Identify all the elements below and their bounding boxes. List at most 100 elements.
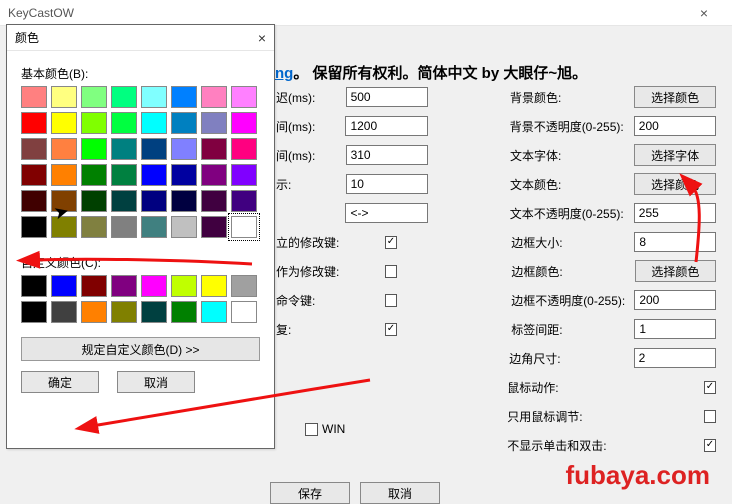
- color-swatch[interactable]: [21, 138, 47, 160]
- color-swatch[interactable]: [111, 190, 137, 212]
- color-swatch[interactable]: [81, 112, 107, 134]
- color-swatch[interactable]: [141, 216, 167, 238]
- page-header: ng。 保留所有权利。简体中文 by 大眼仔~旭。: [275, 62, 587, 83]
- row-left-input[interactable]: <->: [345, 203, 427, 223]
- color-swatch[interactable]: [51, 138, 77, 160]
- color-swatch[interactable]: [141, 164, 167, 186]
- color-swatch[interactable]: [21, 275, 47, 297]
- color-swatch[interactable]: [201, 138, 227, 160]
- row-right-input[interactable]: 200: [634, 116, 716, 136]
- color-swatch[interactable]: [201, 112, 227, 134]
- color-swatch[interactable]: [231, 275, 257, 297]
- row-right-input[interactable]: 1: [634, 319, 716, 339]
- color-swatch[interactable]: [51, 112, 77, 134]
- color-swatch[interactable]: [141, 301, 167, 323]
- color-swatch[interactable]: [201, 301, 227, 323]
- color-swatch[interactable]: [171, 138, 197, 160]
- color-swatch[interactable]: [21, 216, 47, 238]
- color-swatch[interactable]: [231, 138, 257, 160]
- row-left-checkbox[interactable]: [385, 294, 397, 307]
- color-swatch[interactable]: [111, 164, 137, 186]
- color-swatch[interactable]: [171, 86, 197, 108]
- color-swatch[interactable]: [21, 301, 47, 323]
- color-swatch[interactable]: [81, 86, 107, 108]
- color-swatch[interactable]: [171, 301, 197, 323]
- color-swatch[interactable]: [21, 86, 47, 108]
- row-right-input[interactable]: 200: [634, 290, 716, 310]
- color-swatch[interactable]: [201, 190, 227, 212]
- close-icon[interactable]: ×: [258, 30, 266, 46]
- color-swatch[interactable]: [231, 112, 257, 134]
- color-swatch[interactable]: [111, 138, 137, 160]
- parent-window-titlebar: KeyCastOW ×: [0, 0, 732, 26]
- color-swatch[interactable]: [111, 86, 137, 108]
- color-swatch[interactable]: [171, 164, 197, 186]
- color-swatch[interactable]: [171, 216, 197, 238]
- color-swatch[interactable]: [231, 164, 257, 186]
- color-swatch[interactable]: [111, 301, 137, 323]
- row-right-checkbox[interactable]: [704, 439, 716, 452]
- color-swatch[interactable]: [141, 86, 167, 108]
- color-swatch[interactable]: [81, 301, 107, 323]
- row-right-checkbox[interactable]: [704, 410, 716, 423]
- row-left-label: 作为修改键:: [276, 263, 345, 280]
- color-swatch[interactable]: [111, 275, 137, 297]
- color-swatch[interactable]: [231, 301, 257, 323]
- settings-row: 复:标签间距:1: [276, 318, 716, 340]
- row-right-input[interactable]: 2: [634, 348, 716, 368]
- color-swatch[interactable]: [81, 164, 107, 186]
- color-swatch[interactable]: [201, 216, 227, 238]
- color-swatch[interactable]: [81, 216, 107, 238]
- color-swatch[interactable]: [231, 190, 257, 212]
- color-swatch[interactable]: [171, 112, 197, 134]
- color-swatch[interactable]: [111, 112, 137, 134]
- define-custom-button[interactable]: 规定自定义颜色(D) >>: [21, 337, 260, 361]
- color-swatch[interactable]: [201, 275, 227, 297]
- color-swatch[interactable]: [231, 216, 257, 238]
- color-swatch[interactable]: [81, 190, 107, 212]
- row-right-label: 边框不透明度(0-255):: [511, 292, 634, 309]
- row-left-checkbox[interactable]: [385, 323, 397, 336]
- row-right-button[interactable]: 选择字体: [634, 144, 716, 166]
- color-swatch[interactable]: [201, 86, 227, 108]
- win-checkbox[interactable]: [305, 423, 318, 436]
- row-left-checkbox[interactable]: [385, 265, 397, 278]
- row-right-button[interactable]: 选择颜色: [634, 173, 716, 195]
- close-icon[interactable]: ×: [684, 5, 724, 21]
- color-swatch[interactable]: [141, 112, 167, 134]
- color-swatch[interactable]: [21, 164, 47, 186]
- settings-row: 不显示单击和双击:: [276, 434, 716, 456]
- row-right-button[interactable]: 选择颜色: [635, 260, 716, 282]
- color-swatch[interactable]: [51, 301, 77, 323]
- color-swatch[interactable]: [81, 275, 107, 297]
- color-swatch[interactable]: [51, 164, 77, 186]
- color-swatch[interactable]: [81, 138, 107, 160]
- row-right-input[interactable]: 255: [634, 203, 716, 223]
- color-swatch[interactable]: [141, 138, 167, 160]
- color-swatch[interactable]: [171, 275, 197, 297]
- color-swatch[interactable]: [21, 112, 47, 134]
- row-left-input[interactable]: 10: [346, 174, 428, 194]
- color-swatch[interactable]: [231, 86, 257, 108]
- row-right-label: 背景不透明度(0-255):: [510, 118, 634, 135]
- header-link-fragment[interactable]: ng: [275, 65, 293, 82]
- row-right-input[interactable]: 8: [634, 232, 716, 252]
- ok-button[interactable]: 确定: [21, 371, 99, 393]
- color-swatch[interactable]: [51, 86, 77, 108]
- color-swatch[interactable]: [51, 275, 77, 297]
- row-right-button[interactable]: 选择颜色: [634, 86, 716, 108]
- row-left-input[interactable]: 310: [346, 145, 428, 165]
- color-swatch[interactable]: [201, 164, 227, 186]
- color-swatch[interactable]: [111, 216, 137, 238]
- row-left-input[interactable]: 500: [346, 87, 428, 107]
- row-left-input[interactable]: 1200: [345, 116, 427, 136]
- watermark-text: fubaya.com: [566, 460, 711, 491]
- color-swatch[interactable]: [171, 190, 197, 212]
- row-right-label: 背景颜色:: [510, 89, 634, 106]
- row-left-checkbox[interactable]: [385, 236, 397, 249]
- row-right-checkbox[interactable]: [704, 381, 716, 394]
- cancel-button[interactable]: 取消: [117, 371, 195, 393]
- color-swatch[interactable]: [141, 275, 167, 297]
- color-swatch[interactable]: [141, 190, 167, 212]
- color-swatch[interactable]: [21, 190, 47, 212]
